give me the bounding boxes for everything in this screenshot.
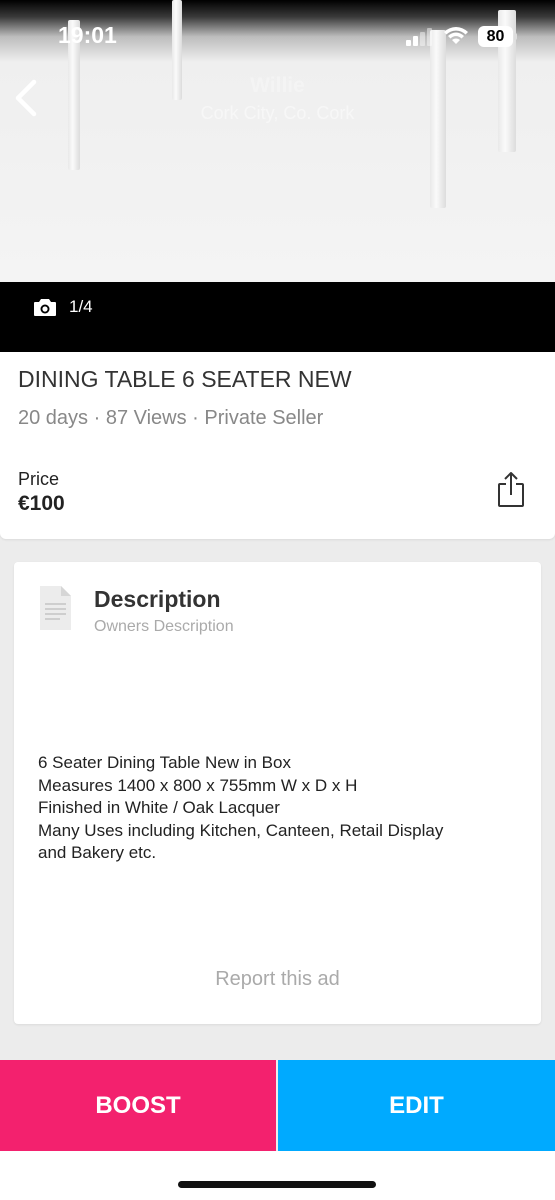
- description-line: Finished in White / Oak Lacquer: [38, 798, 280, 817]
- edit-button[interactable]: EDIT: [278, 1060, 555, 1151]
- seller-location: Cork City, Co. Cork: [200, 103, 355, 123]
- photo-counter-bar: [0, 282, 555, 352]
- photo-count: 1/4: [69, 297, 93, 316]
- signal-icon: [406, 28, 434, 46]
- price-label: Price: [18, 469, 60, 489]
- battery-tip: [514, 33, 517, 40]
- report-ad-link[interactable]: Report this ad: [0, 968, 555, 991]
- status-time: 19:01: [58, 22, 117, 48]
- description-line: 6 Seater Dining Table New in Box: [38, 753, 291, 772]
- price-value: €100: [18, 492, 65, 515]
- description-subheading: Owners Description: [94, 618, 234, 635]
- listing-title: DINING TABLE 6 SEATER NEW: [18, 366, 352, 392]
- description-line: and Bakery etc.: [38, 843, 157, 862]
- home-indicator-area: [0, 1151, 555, 1200]
- share-icon: [498, 472, 524, 507]
- status-bar: 19:01 80: [0, 0, 555, 70]
- seller-name: Willie: [250, 74, 305, 97]
- description-text: 6 Seater Dining Table New in Box Measure…: [38, 752, 528, 865]
- description-heading: Description: [94, 586, 221, 612]
- description-line: Measures 1400 x 800 x 755mm W x D x H: [38, 775, 358, 795]
- camera-icon: [34, 299, 56, 316]
- listing-meta: 20 days · 87 Views · Private Seller: [18, 407, 324, 429]
- boost-button[interactable]: BOOST: [0, 1060, 276, 1151]
- description-line: Many Uses including Kitchen, Canteen, Re…: [38, 820, 444, 840]
- document-icon: [40, 586, 71, 630]
- wifi-icon: [444, 27, 468, 44]
- home-indicator[interactable]: [178, 1181, 376, 1188]
- battery-icon: 80: [478, 26, 513, 47]
- share-button[interactable]: [496, 470, 526, 515]
